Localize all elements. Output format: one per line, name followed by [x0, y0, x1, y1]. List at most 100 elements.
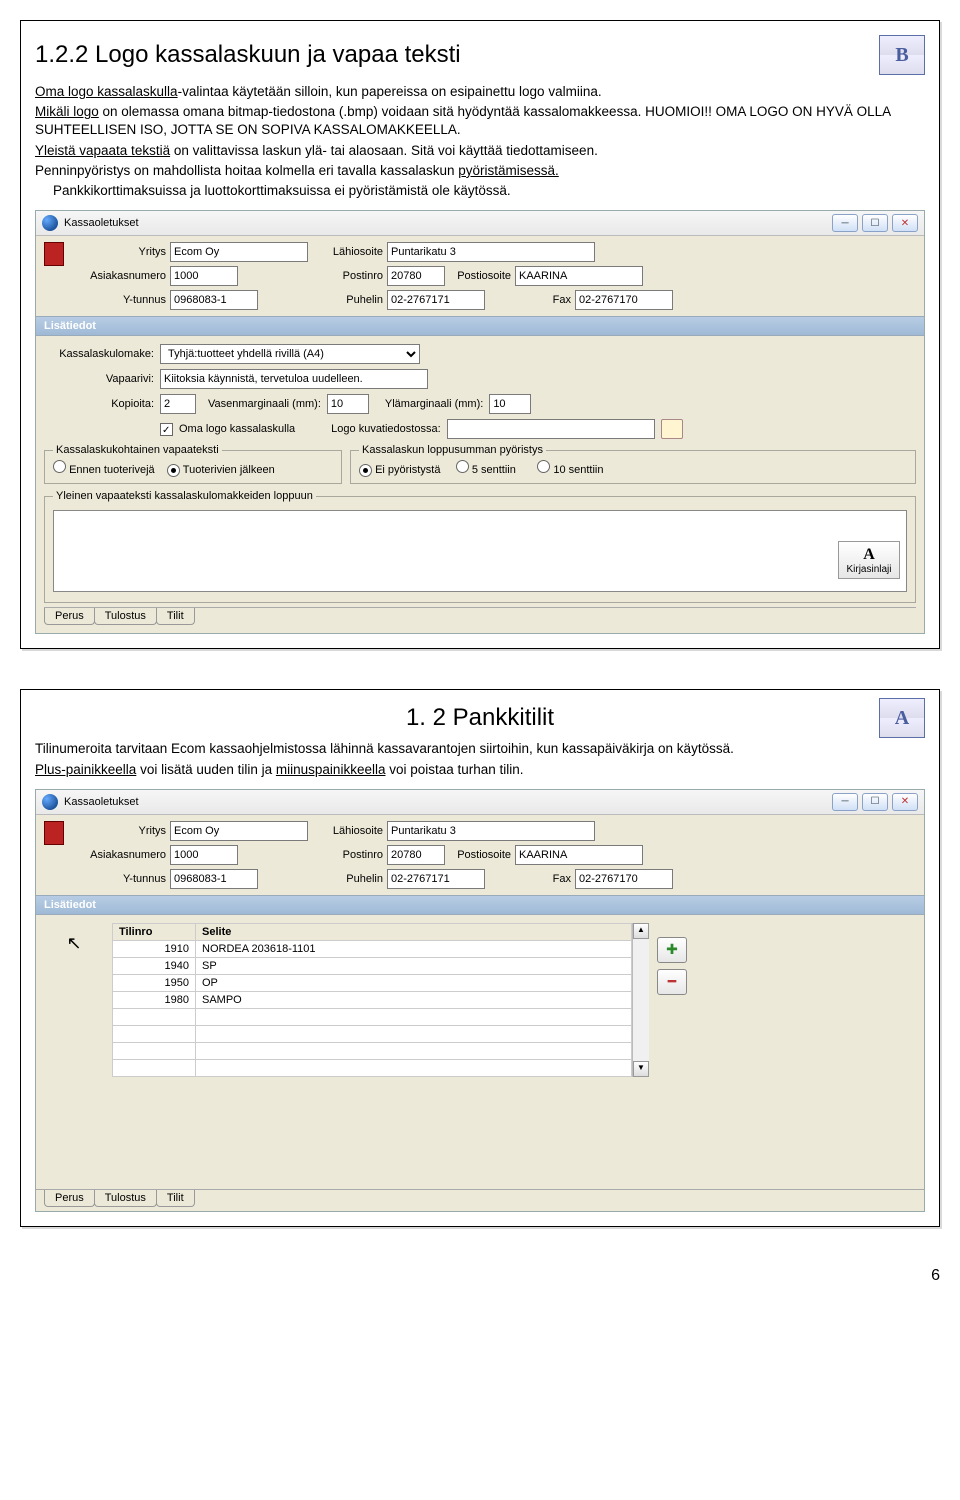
postinro-label: Postinro [328, 270, 383, 282]
delete-account-button[interactable]: ━ [657, 969, 687, 995]
fs2-opt3: 10 senttiin [553, 464, 603, 476]
close-button[interactable]: ✕ [892, 214, 918, 232]
lomake-select[interactable]: Tyhjä:tuotteet yhdellä rivillä (A4) [160, 344, 420, 364]
maximize-button[interactable]: ☐ [862, 214, 888, 232]
window-controls-2: ─ ☐ ✕ [832, 793, 918, 811]
yritys-input[interactable] [170, 242, 308, 262]
table-scrollbar[interactable]: ▲ ▼ [632, 923, 649, 1077]
window-title-2: Kassaoletukset [64, 796, 139, 808]
logofile-input[interactable] [447, 419, 655, 439]
puhelin-input[interactable] [387, 290, 485, 310]
blank-space [36, 1085, 924, 1185]
asiakasnumero-input-2[interactable] [170, 845, 238, 865]
ytunnus-input[interactable] [170, 290, 258, 310]
lisatiedot-bar-2: Lisätiedot [36, 895, 924, 915]
cell-tilinro: 1980 [113, 991, 196, 1008]
fax-label-2: Fax [489, 873, 571, 885]
postiosoite-label: Postiosoite [449, 270, 511, 282]
puhelin-input-2[interactable] [387, 869, 485, 889]
postinro-input-2[interactable] [387, 845, 445, 865]
company-form-2: Yritys Asiakasnumero Y-tunnus Lähiosoite [36, 815, 924, 895]
table-row [113, 1042, 632, 1059]
fax-input[interactable] [575, 290, 673, 310]
scroll-down-icon[interactable]: ▼ [633, 1061, 649, 1077]
table-row [113, 1059, 632, 1076]
ylamarg-label: Ylämarginaali (mm): [385, 398, 483, 410]
fs2-radio-none[interactable] [359, 464, 372, 477]
ytunnus-label-2: Y-tunnus [88, 873, 166, 885]
accounts-tbody: 1910NORDEA 203618-11011940SP1950OP1980SA… [113, 940, 632, 1076]
fs1-radio-before[interactable] [53, 460, 66, 473]
page-number: 6 [20, 1267, 940, 1285]
ownlogo-label: Oma logo kassalaskulla [179, 423, 295, 435]
col-tilinro: Tilinro [113, 923, 196, 940]
section1-para5: Pankkikorttimaksuissa ja luottokorttimak… [35, 182, 925, 200]
fs2-radio-10[interactable] [537, 460, 550, 473]
table-row [113, 1025, 632, 1042]
font-button[interactable]: A Kirjasinlaji [838, 541, 900, 579]
lahiosoite-label-2: Lähiosoite [328, 825, 383, 837]
tab-tulostus-2[interactable]: Tulostus [94, 1190, 157, 1207]
fs2-radio-5[interactable] [456, 460, 469, 473]
puhelin-label: Puhelin [328, 294, 383, 306]
section-2-title: 1. 2 Pankkitilit [35, 704, 925, 732]
tab-perus[interactable]: Perus [44, 608, 95, 625]
scroll-up-icon[interactable]: ▲ [633, 923, 649, 939]
section2-para2: Plus-painikkeella voi lisätä uuden tilin… [35, 761, 925, 779]
kopioita-input[interactable] [160, 394, 196, 414]
ylamarg-input[interactable] [489, 394, 531, 414]
browse-folder-icon[interactable] [661, 419, 683, 439]
section-2-heading-row: 1. 2 Pankkitilit A [35, 704, 925, 732]
table-row[interactable]: 1980SAMPO [113, 991, 632, 1008]
table-row[interactable]: 1950OP [113, 974, 632, 991]
postiosoite-label-2: Postiosoite [449, 849, 511, 861]
ytunnus-input-2[interactable] [170, 869, 258, 889]
section1-para2: Mikäli logo on olemassa omana bitmap-tie… [35, 103, 925, 139]
logo-icon-b: B [879, 35, 925, 75]
table-row[interactable]: 1940SP [113, 957, 632, 974]
lahiosoite-input-2[interactable] [387, 821, 595, 841]
yritys-input-2[interactable] [170, 821, 308, 841]
cell-tilinro: 1910 [113, 940, 196, 957]
freetext-legend: Yleinen vapaateksti kassalaskulomakkeide… [53, 490, 316, 502]
lahiosoite-input[interactable] [387, 242, 595, 262]
freetext-area[interactable]: A Kirjasinlaji [53, 510, 907, 592]
cell-tilinro: 1940 [113, 957, 196, 974]
vapaarivi-input[interactable] [160, 369, 428, 389]
postinro-input[interactable] [387, 266, 445, 286]
tab-tilit[interactable]: Tilit [156, 608, 195, 625]
vasenmarg-input[interactable] [327, 394, 369, 414]
tab-perus-2[interactable]: Perus [44, 1190, 95, 1207]
table-row [113, 1008, 632, 1025]
scroll-track[interactable] [633, 939, 649, 1061]
tab-tulostus[interactable]: Tulostus [94, 608, 157, 625]
titlebar-2: Kassaoletukset ─ ☐ ✕ [36, 790, 924, 815]
postiosoite-input[interactable] [515, 266, 643, 286]
tab-tilit-2[interactable]: Tilit [156, 1190, 195, 1207]
tabs-bottom-2: Perus Tulostus Tilit [36, 1189, 924, 1211]
accounts-table: Tilinro Selite 1910NORDEA 203618-1101194… [112, 923, 632, 1077]
fax-label: Fax [489, 294, 571, 306]
close-button-2[interactable]: ✕ [892, 793, 918, 811]
pyoristys-fieldset: Kassalaskun loppusumman pyöristys Ei pyö… [350, 444, 916, 484]
asiakasnumero-input[interactable] [170, 266, 238, 286]
ownlogo-checkbox[interactable] [160, 423, 173, 436]
fs1-opt2: Tuoterivien jälkeen [183, 464, 275, 476]
minimize-button-2[interactable]: ─ [832, 793, 858, 811]
section-1-heading-row: 1.2.2 Logo kassalaskuun ja vapaa teksti … [35, 35, 925, 75]
table-row[interactable]: 1910NORDEA 203618-1101 [113, 940, 632, 957]
minimize-button[interactable]: ─ [832, 214, 858, 232]
cardreader-icon-2 [44, 821, 64, 845]
cell-tilinro: 1950 [113, 974, 196, 991]
add-account-button[interactable]: ✚ [657, 937, 687, 963]
fax-input-2[interactable] [575, 869, 673, 889]
postiosoite-input-2[interactable] [515, 845, 643, 865]
fs1-legend: Kassalaskukohtainen vapaateksti [53, 444, 222, 456]
cell-selite: NORDEA 203618-1101 [196, 940, 632, 957]
cursor-arrow-icon: ↖ [44, 923, 104, 954]
fs1-radio-after[interactable] [167, 464, 180, 477]
lisatiedot-body: Kassalaskulomake: Tyhjä:tuotteet yhdellä… [36, 336, 924, 633]
section1-para1: Oma logo kassalaskulla-valintaa käytetää… [35, 83, 925, 101]
fs2-opt1: Ei pyöristystä [375, 464, 440, 476]
maximize-button-2[interactable]: ☐ [862, 793, 888, 811]
